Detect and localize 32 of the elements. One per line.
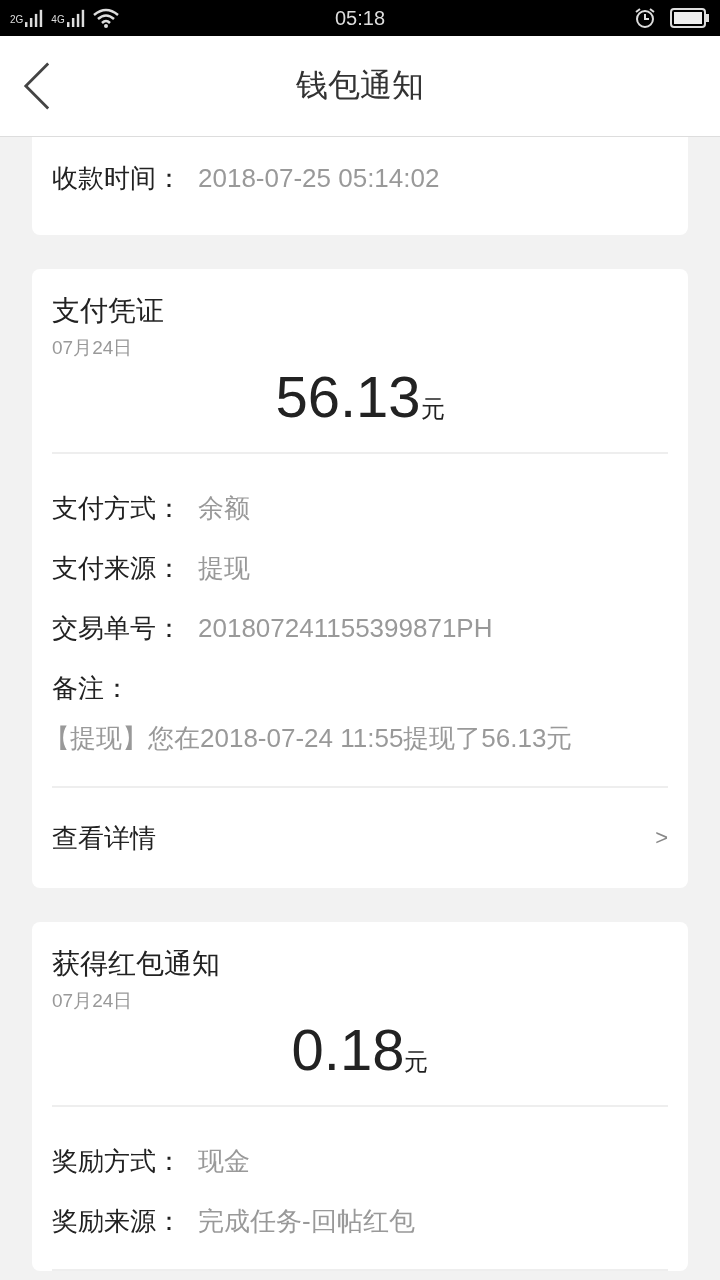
currency-unit: 元 [404,1047,429,1077]
field-value: 2018-07-25 05:14:02 [198,162,440,194]
field-label: 支付方式： [52,491,183,525]
alarm-icon [634,7,656,29]
card-date: 07月24日 [52,336,134,360]
note-text: 【提现】您在2018-07-24 11:55提现了56.13元 [44,722,574,755]
card-title: 获得红包通知 [52,947,221,981]
field-label: 备注： [52,671,131,705]
card-date: 07月24日 [52,989,134,1013]
amount: 56.13 [275,363,421,431]
field-value: 完成任务-回帖红包 [198,1204,415,1238]
currency-unit: 元 [420,394,445,424]
field-label: 交易单号： [52,611,183,645]
wifi-icon [92,8,119,28]
field-label: 支付来源： [52,551,183,585]
field-value: 201807241155399871PH [198,612,493,644]
field-label: 奖励来源： [52,1204,183,1238]
network-type: 2G [10,14,24,25]
network-type: 4G [51,14,65,25]
signal-icon [25,9,44,27]
battery-icon [670,8,710,28]
field-value: 现金 [198,1144,250,1178]
view-details-link[interactable]: 查看详情 > [52,788,668,888]
field-label: 奖励方式： [52,1144,183,1178]
card-title: 支付凭证 [52,294,165,328]
field-value: 余额 [198,491,250,525]
field-value: 提现 [198,551,250,585]
clock-time: 05:18 [333,6,387,30]
page-title: 钱包通知 [296,66,424,105]
signal-icon [66,9,85,27]
field-label: 收款时间： [52,161,183,195]
amount: 0.18 [291,1016,405,1084]
